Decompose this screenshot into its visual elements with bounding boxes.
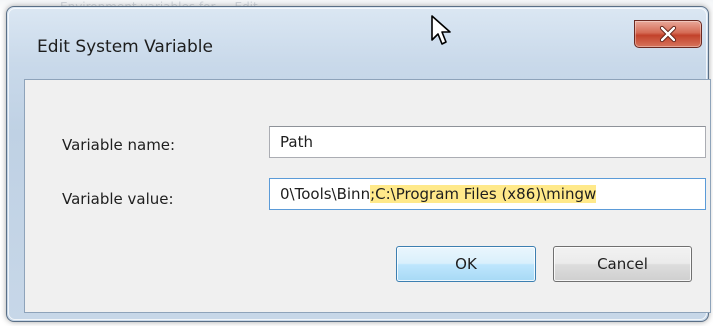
variable-value-highlighted-text: ;C:\Program Files (x86)\mingw bbox=[370, 185, 597, 203]
ok-button[interactable]: OK bbox=[396, 246, 536, 282]
variable-value-text: 0\Tools\Binn bbox=[280, 185, 371, 203]
cancel-button[interactable]: Cancel bbox=[553, 246, 692, 282]
close-button[interactable] bbox=[634, 20, 702, 48]
variable-value-label: Variable value: bbox=[62, 190, 174, 208]
edit-system-variable-dialog: Edit System Variable Variable name: Path… bbox=[6, 6, 711, 322]
mouse-cursor-icon bbox=[431, 15, 451, 45]
screen: Environment variables for ... Edit ... E… bbox=[0, 0, 713, 326]
variable-name-label: Variable name: bbox=[62, 136, 176, 154]
variable-name-text: Path bbox=[280, 133, 313, 151]
dialog-title: Edit System Variable bbox=[37, 37, 213, 57]
variable-value-input[interactable]: 0\Tools\Binn;C:\Program Files (x86)\ming… bbox=[269, 178, 706, 210]
dialog-client-area: Variable name: Path Variable value: 0\To… bbox=[24, 79, 711, 313]
close-icon bbox=[659, 25, 677, 43]
variable-name-input[interactable]: Path bbox=[269, 126, 706, 158]
